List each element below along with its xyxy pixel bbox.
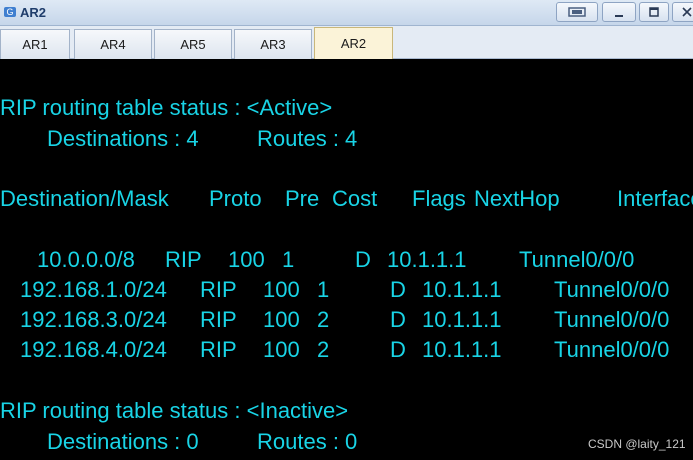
routes-count: Routes : 4 (257, 126, 358, 151)
destinations-count: Destinations : 4 (47, 126, 199, 151)
minimize-button[interactable] (602, 2, 636, 22)
restore-icon (568, 7, 586, 17)
close-button[interactable] (672, 2, 693, 22)
route-destination: 192.168.4.0/24 (20, 337, 167, 362)
route-destination: 192.168.3.0/24 (20, 307, 167, 332)
route-flags: D (390, 277, 406, 302)
route-proto: RIP (165, 247, 202, 272)
route-nexthop: 10.1.1.1 (422, 337, 502, 362)
svg-text:G: G (6, 7, 13, 17)
watermark: CSDN @laity_121 (588, 437, 686, 451)
destinations-count: Destinations : 0 (47, 429, 199, 454)
tab-ar4[interactable]: AR4 (74, 29, 152, 59)
route-pre: 100 (263, 337, 300, 362)
route-pre: 100 (263, 307, 300, 332)
route-cost: 2 (317, 307, 330, 332)
route-pre: 100 (228, 247, 265, 272)
route-pre: 100 (263, 277, 300, 302)
route-cost: 2 (317, 337, 330, 362)
window-titlebar: G AR2 (0, 0, 693, 26)
tab-ar5[interactable]: AR5 (154, 29, 232, 59)
route-proto: RIP (200, 277, 237, 302)
route-interface: Tunnel0/0/0 (519, 247, 635, 272)
route-interface: Tunnel0/0/0 (554, 277, 670, 302)
app-icon: G (4, 7, 16, 17)
route-nexthop: 10.1.1.1 (387, 247, 467, 272)
col-cost: Cost (332, 186, 378, 211)
route-flags: D (355, 247, 371, 272)
maximize-button[interactable] (639, 2, 669, 22)
route-flags: D (390, 307, 406, 332)
close-icon (682, 7, 692, 17)
route-flags: D (390, 337, 406, 362)
route-proto: RIP (200, 307, 237, 332)
route-nexthop: 10.1.1.1 (422, 307, 502, 332)
restore-button[interactable] (556, 2, 598, 22)
route-destination: 10.0.0.0/8 (37, 247, 135, 272)
rip-status-active: RIP routing table status : <Active> (0, 95, 333, 120)
col-interface: Interface (617, 186, 693, 211)
minimize-icon (615, 15, 623, 17)
route-proto: RIP (200, 337, 237, 362)
route-interface: Tunnel0/0/0 (554, 337, 670, 362)
tab-ar2[interactable]: AR2 (314, 27, 393, 59)
tab-bar: AR1 AR4 AR5 AR3 AR2 (0, 26, 693, 59)
rip-status-inactive: RIP routing table status : <Inactive> (0, 398, 349, 423)
route-cost: 1 (282, 247, 295, 272)
col-destination-mask: Destination/Mask (0, 186, 169, 211)
route-cost: 1 (317, 277, 330, 302)
routes-count: Routes : 0 (257, 429, 358, 454)
route-nexthop: 10.1.1.1 (422, 277, 502, 302)
window-title: AR2 (20, 5, 47, 20)
tab-ar3[interactable]: AR3 (234, 29, 312, 59)
col-proto: Proto (209, 186, 262, 211)
col-nexthop: NextHop (474, 186, 560, 211)
route-interface: Tunnel0/0/0 (554, 307, 670, 332)
tab-ar1[interactable]: AR1 (0, 29, 70, 59)
col-pre: Pre (285, 186, 320, 211)
terminal-output[interactable]: RIP routing table status : <Active> Dest… (0, 59, 693, 460)
col-flags: Flags (412, 186, 466, 211)
route-destination: 192.168.1.0/24 (20, 277, 167, 302)
maximize-icon (649, 7, 659, 17)
